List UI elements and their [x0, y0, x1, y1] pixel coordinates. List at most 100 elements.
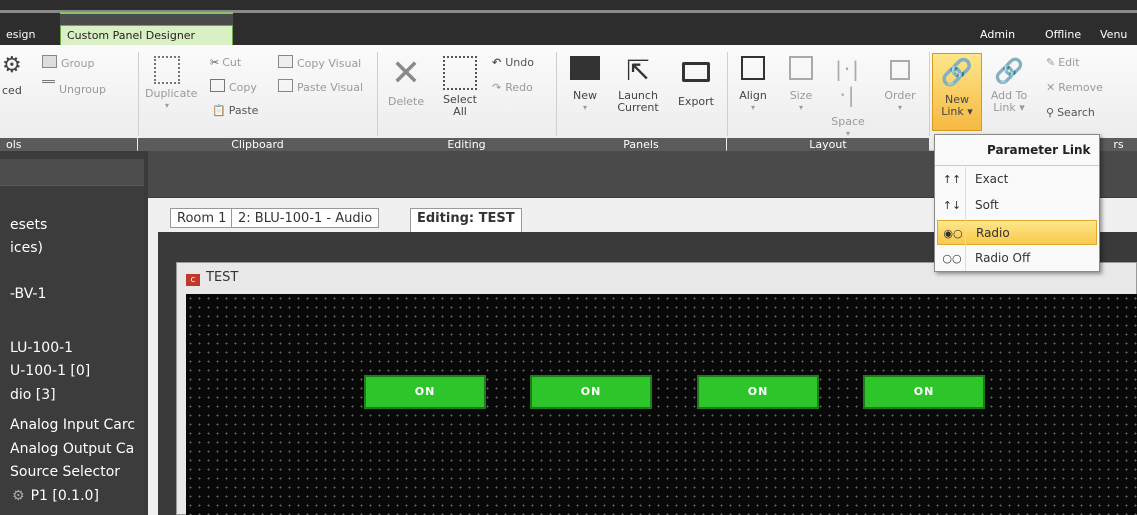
tab-custom-panel-designer[interactable]: Custom Panel Designer [60, 25, 233, 45]
chevron-down-icon: ▾ [750, 103, 755, 112]
venue-link[interactable]: Venu [1100, 25, 1127, 45]
new-panel-button[interactable]: New ▾ [565, 56, 605, 114]
delete-button[interactable]: ✕ Delete [388, 56, 424, 108]
order-label: Order [884, 89, 916, 102]
export-button[interactable]: Export [676, 56, 716, 108]
tree-item[interactable]: -BV-1 [10, 286, 46, 302]
duplicate-label: Duplicate [145, 87, 198, 100]
paste-button[interactable]: 📋 Paste [212, 103, 258, 119]
on-button[interactable]: ON [697, 375, 819, 409]
space-icon: |·|·| [835, 57, 861, 107]
cut-label: Cut [222, 56, 242, 69]
order-icon [890, 60, 910, 80]
chevron-down-icon: ▾ [897, 103, 902, 112]
paste-visual-icon [278, 79, 293, 92]
doc-tab-blu-100[interactable]: 2: BLU-100-1 - Audio [231, 208, 380, 228]
group-label: Group [61, 57, 95, 70]
menu-item-radio-off[interactable]: ○○ Radio Off [935, 246, 1099, 271]
new-panel-icon [570, 56, 600, 80]
ungroup-label: Ungroup [59, 83, 106, 96]
tree-item[interactable]: Analog Output Ca [10, 441, 134, 457]
ribbon-separator [138, 52, 139, 136]
doc-tab-editing-test[interactable]: Editing: TEST [410, 208, 522, 232]
cut-button[interactable]: ✂ Cut [210, 55, 241, 71]
radio-link-icon: ◉○ [943, 227, 963, 240]
menu-item-radio[interactable]: ◉○ Radio [937, 220, 1097, 245]
export-icon [682, 62, 710, 82]
add-to-label-2: Link ▾ [993, 101, 1025, 114]
select-all-button[interactable]: Select All [440, 56, 480, 118]
group-icon [42, 55, 57, 68]
search-label: Search [1057, 106, 1095, 119]
ungroup-icon [42, 80, 55, 94]
ungroup-button[interactable]: Ungroup [42, 80, 106, 96]
search-button[interactable]: ⚲ Search [1046, 105, 1095, 121]
exact-link-icon: ↑↑ [942, 173, 962, 186]
order-button[interactable]: Order ▾ [880, 56, 920, 114]
new-link-button[interactable]: 🔗 New Link ▾ [932, 53, 982, 131]
tree-item[interactable]: Analog Input Carc [10, 417, 135, 433]
tree-item[interactable]: dio [3] [10, 387, 56, 403]
copy-label: Copy [229, 81, 257, 94]
component-icon: ⚙ [12, 488, 25, 504]
redo-button[interactable]: ↷ Redo [492, 80, 533, 96]
copy-button[interactable]: Copy [210, 79, 257, 95]
tree-item[interactable]: esets [10, 217, 47, 233]
undo-button[interactable]: ↶ Undo [492, 55, 534, 71]
remove-icon: ✕ [1046, 81, 1056, 94]
tools-group-label: ols [0, 138, 137, 151]
tab-design[interactable]: esign [0, 25, 56, 45]
launch-icon: ⇱ [626, 54, 650, 87]
align-label: Align [739, 89, 767, 102]
remove-link-button[interactable]: ✕ Remove [1046, 80, 1103, 96]
gear-icon: ⚙ [2, 53, 22, 78]
add-to-link-button[interactable]: 🔗 Add To Link ▾ [987, 56, 1031, 114]
dropdown-header: Parameter Link [935, 135, 1099, 166]
on-button[interactable]: ON [364, 375, 486, 409]
project-tree-panel [0, 151, 144, 515]
new-link-label-2: Link ▾ [941, 105, 973, 118]
align-button[interactable]: Align ▾ [736, 56, 770, 114]
edit-label: Edit [1058, 56, 1080, 69]
menu-item-soft[interactable]: ↑↓ Soft [935, 193, 1099, 218]
tree-item[interactable]: ices) [10, 240, 43, 256]
size-icon [789, 56, 813, 80]
on-button[interactable]: ON [863, 375, 985, 409]
tree-item[interactable]: Source Selector [10, 464, 120, 480]
project-tree-header [0, 159, 144, 186]
launch-current-button[interactable]: ⇱ Launch Current [614, 56, 662, 114]
space-button[interactable]: |·|·| Space ▾ [828, 56, 868, 140]
tree-item[interactable]: U-100-1 [0] [10, 363, 90, 379]
search-icon: ⚲ [1046, 106, 1055, 119]
panel-canvas-grid[interactable] [186, 294, 1137, 515]
clipboard-group-label: Clipboard [138, 138, 377, 151]
on-button[interactable]: ON [530, 375, 652, 409]
tree-item[interactable]: ⚙ P1 [0.1.0] [12, 488, 99, 504]
size-button[interactable]: Size ▾ [784, 56, 818, 114]
paste-label: Paste [228, 104, 259, 117]
advanced-button[interactable]: ⚙ ced [2, 55, 22, 97]
delete-x-icon: ✕ [390, 53, 422, 94]
select-all-icon [443, 56, 477, 90]
paste-visual-button[interactable]: Paste Visual [278, 79, 363, 95]
offline-link[interactable]: Offline [1045, 25, 1081, 45]
panel-icon: c [186, 274, 200, 286]
admin-link[interactable]: Admin [980, 25, 1015, 45]
ribbon-separator [929, 52, 930, 136]
copy-visual-button[interactable]: Copy Visual [278, 55, 361, 71]
duplicate-button[interactable]: Duplicate ▾ [145, 56, 198, 112]
select-all-label-2: All [453, 105, 467, 118]
new-panel-label: New [573, 89, 597, 102]
undo-icon: ↶ [492, 56, 502, 69]
link-icon: 🔗 [940, 58, 974, 88]
panels-group-label: Panels [556, 138, 726, 151]
group-button[interactable]: Group [42, 55, 95, 71]
edit-link-button[interactable]: ✎ Edit [1046, 55, 1080, 71]
launch-label-2: Current [617, 101, 659, 114]
menu-item-exact[interactable]: ↑↑ Exact [935, 167, 1099, 192]
space-label: Space [831, 115, 865, 128]
doc-tab-room-1[interactable]: Room 1 [170, 208, 234, 228]
tree-item[interactable]: LU-100-1 [10, 340, 73, 356]
menu-icon-divider [965, 167, 966, 271]
ribbon-separator [556, 52, 557, 136]
